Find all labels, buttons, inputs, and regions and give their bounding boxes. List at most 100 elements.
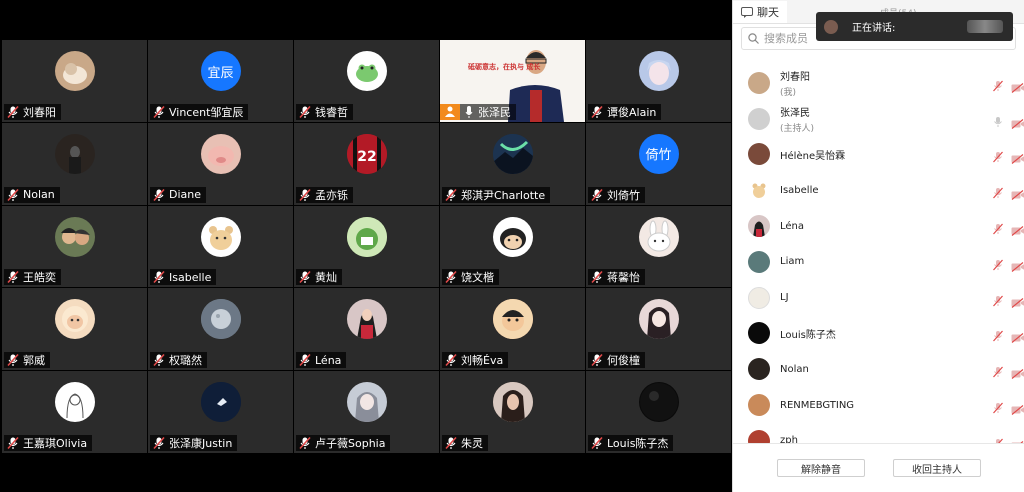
list-item[interactable]: 张泽民 (主持人) [733,101,1024,137]
camera-off-icon[interactable] [1011,221,1024,237]
mic-on-icon[interactable] [992,113,1004,127]
member-list[interactable]: 刘春阳 (我) 张泽民 (主持人) Hélène吴怡霖 Isabelle Léna … [733,65,1024,443]
mic-muted-icon[interactable] [992,256,1004,271]
tab-chat-label: 聊天 [757,6,779,19]
video-tile[interactable]: 郭威 [2,288,147,371]
video-tile[interactable]: 饶文楷 [440,205,585,288]
reclaim-host-button[interactable]: 收回主持人 [893,459,981,477]
member-name: zph [780,435,798,443]
video-tile[interactable]: 谭俊Alain [586,40,731,122]
list-item[interactable]: Liam [733,244,1024,280]
participant-name: 王皓奕 [23,271,56,285]
mic-muted-icon [444,353,458,367]
avatar [54,382,95,423]
member-name: Léna [780,220,805,232]
camera-off-icon[interactable] [1011,328,1024,344]
list-item[interactable]: zph [733,423,1024,443]
mic-muted-icon[interactable] [992,435,1004,443]
camera-off-icon[interactable] [1011,78,1024,93]
tab-chat[interactable]: 聊天 [733,1,787,23]
mic-muted-icon [152,436,166,450]
chat-icon [741,6,753,18]
video-grid: 刘春阳 宜辰 Vincent邹宜辰 钱睿哲 砥砺意志，在执与 成长 张泽民 谭俊… [2,40,731,453]
avatar [54,216,95,257]
avatar [748,429,770,443]
video-tile[interactable]: 何俊橦 [586,288,731,371]
video-tile[interactable]: Nolan [2,122,147,205]
mic-muted-icon [152,353,166,367]
video-tile[interactable]: Isabelle [148,205,293,288]
video-tile[interactable]: 宜辰 Vincent邹宜辰 [148,40,293,122]
member-name: RENMEBGTING [780,399,855,411]
video-tile[interactable]: 黄灿 [294,205,439,288]
mic-muted-icon [6,353,20,367]
camera-off-icon[interactable] [1011,185,1024,201]
avatar [748,107,770,130]
video-tile[interactable]: 卢子薇Sophia [294,371,439,453]
mic-muted-icon[interactable] [992,292,1004,307]
camera-off-icon[interactable] [1011,400,1024,416]
participant-name: 黄灿 [315,271,337,285]
list-item[interactable]: Isabelle [733,172,1024,208]
mic-muted-icon[interactable] [992,220,1004,235]
speaking-label: 正在讲话: [852,23,896,34]
video-tile[interactable]: 张泽康Justin [148,371,293,453]
list-item[interactable]: RENMEBGTING [733,387,1024,423]
mic-muted-icon [590,353,604,367]
list-item[interactable]: Louis陈子杰 [733,316,1024,352]
video-tile[interactable]: 朱灵 [440,371,585,453]
active-speaker-tile[interactable]: 砥砺意志，在执与 成长 张泽民 [440,40,585,122]
participant-name: Vincent邹宜辰 [169,105,244,119]
video-tile[interactable]: 钱睿哲 [294,40,439,122]
video-tile[interactable]: Léna [294,288,439,371]
mic-muted-icon [444,270,458,284]
camera-off-icon[interactable] [1011,293,1024,308]
avatar [492,299,533,340]
mic-muted-icon [590,270,604,284]
video-tile[interactable]: 权璐然 [148,288,293,371]
camera-off-icon[interactable] [1011,364,1024,380]
video-tile[interactable]: 刘春阳 [2,40,147,122]
mic-muted-icon[interactable] [992,363,1004,378]
mic-muted-icon[interactable] [992,327,1004,342]
avatar [54,51,95,91]
video-tile[interactable]: 22 孟亦铄 [294,122,439,205]
mic-muted-icon [444,436,458,450]
camera-off-icon[interactable] [1011,436,1024,443]
camera-off-icon[interactable] [1011,149,1024,165]
unmute-all-button[interactable]: 解除静音 [777,459,865,477]
video-tile[interactable]: 王皓奕 [2,205,147,288]
list-item[interactable]: LJ [733,280,1024,316]
video-tile[interactable]: Louis陈子杰 [586,371,731,453]
member-role: (我) [780,87,797,98]
video-tile[interactable]: 王嘉琪Olivia [2,371,147,453]
avatar [346,299,387,340]
video-tile[interactable]: Diane [148,122,293,205]
participant-name: 朱灵 [461,436,483,450]
camera-off-icon[interactable] [1011,114,1024,129]
mic-muted-icon [6,105,20,119]
mic-muted-icon[interactable] [992,148,1004,163]
list-item[interactable]: Léna [733,208,1024,244]
video-tile[interactable]: 倚竹 刘倚竹 [586,122,731,205]
mic-muted-icon[interactable] [992,77,1004,92]
list-item[interactable]: 刘春阳 (我) [733,65,1024,101]
avatar [748,215,770,238]
mic-muted-icon[interactable] [992,184,1004,199]
participant-name: 郑淇尹Charlotte [461,188,546,202]
avatar [638,216,679,257]
mic-muted-icon [590,436,604,450]
avatar [748,358,770,381]
mic-muted-icon[interactable] [992,399,1004,414]
avatar [346,382,387,423]
user-icon [440,103,460,120]
video-tile[interactable]: 郑淇尹Charlotte [440,122,585,205]
list-item[interactable]: Hélène吴怡霖 [733,137,1024,173]
video-tile[interactable]: 蒋馨怡 [586,205,731,288]
list-item[interactable]: Nolan [733,351,1024,387]
camera-off-icon[interactable] [1011,257,1024,272]
participant-name: 孟亦铄 [315,188,348,202]
video-tile[interactable]: 刘畅Éva [440,288,585,371]
participant-name: 钱睿哲 [315,105,348,119]
side-panel: 聊天 成员(54) 刘春阳(我) 张泽民(主持人) Hélène吴怡霖 Isab… [732,0,1024,492]
